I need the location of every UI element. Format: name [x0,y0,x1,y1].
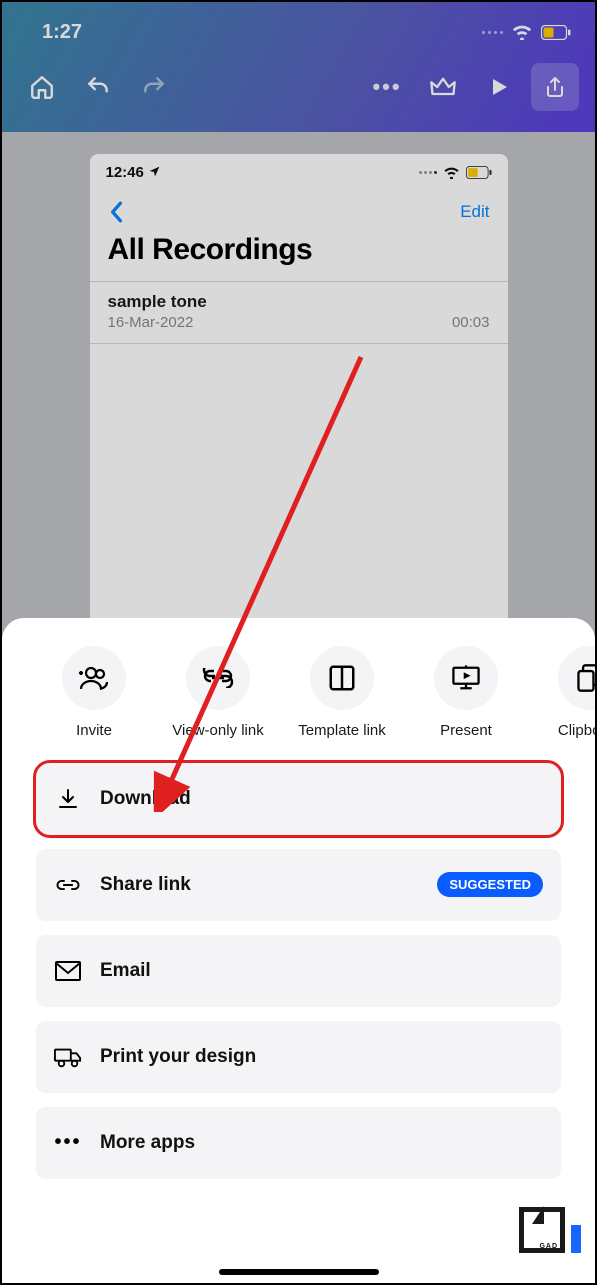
template-link-label: Template link [298,722,386,741]
suggested-badge: SUGGESTED [437,872,543,897]
share-icon-row[interactable]: Invite View-only link Template link Pres… [2,646,595,741]
more-icon: ••• [54,1131,82,1154]
email-icon [55,961,81,981]
download-icon [56,787,80,811]
present-option[interactable]: Present [418,646,514,741]
share-sheet: Invite View-only link Template link Pres… [2,618,595,1283]
email-label: Email [100,960,543,982]
clipboard-icon [576,663,595,693]
home-indicator[interactable] [219,1269,379,1275]
more-apps-label: More apps [100,1132,543,1154]
invite-label: Invite [76,722,112,741]
share-link-label: Share link [100,874,419,896]
download-label: Download [100,788,543,810]
view-only-link-label: View-only link [172,722,263,741]
watermark-logo: GAD [519,1207,581,1253]
link-icon [55,877,81,893]
share-link-row[interactable]: Share link SUGGESTED [36,849,561,921]
link-icon [202,668,234,688]
share-list: Download Share link SUGGESTED Email Prin… [2,741,595,1179]
clipboard-label: Clipboard [558,722,595,741]
print-label: Print your design [100,1046,543,1068]
email-row[interactable]: Email [36,935,561,1007]
template-icon [327,663,357,693]
present-icon [450,663,482,693]
more-apps-row[interactable]: ••• More apps [36,1107,561,1179]
view-only-link-option[interactable]: View-only link [170,646,266,741]
print-row[interactable]: Print your design [36,1021,561,1093]
template-link-option[interactable]: Template link [294,646,390,741]
download-row[interactable]: Download [36,763,561,835]
invite-icon [77,663,111,693]
invite-option[interactable]: Invite [46,646,142,741]
present-label: Present [440,722,492,741]
clipboard-option[interactable]: Clipboard [542,646,595,741]
truck-icon [54,1046,82,1068]
